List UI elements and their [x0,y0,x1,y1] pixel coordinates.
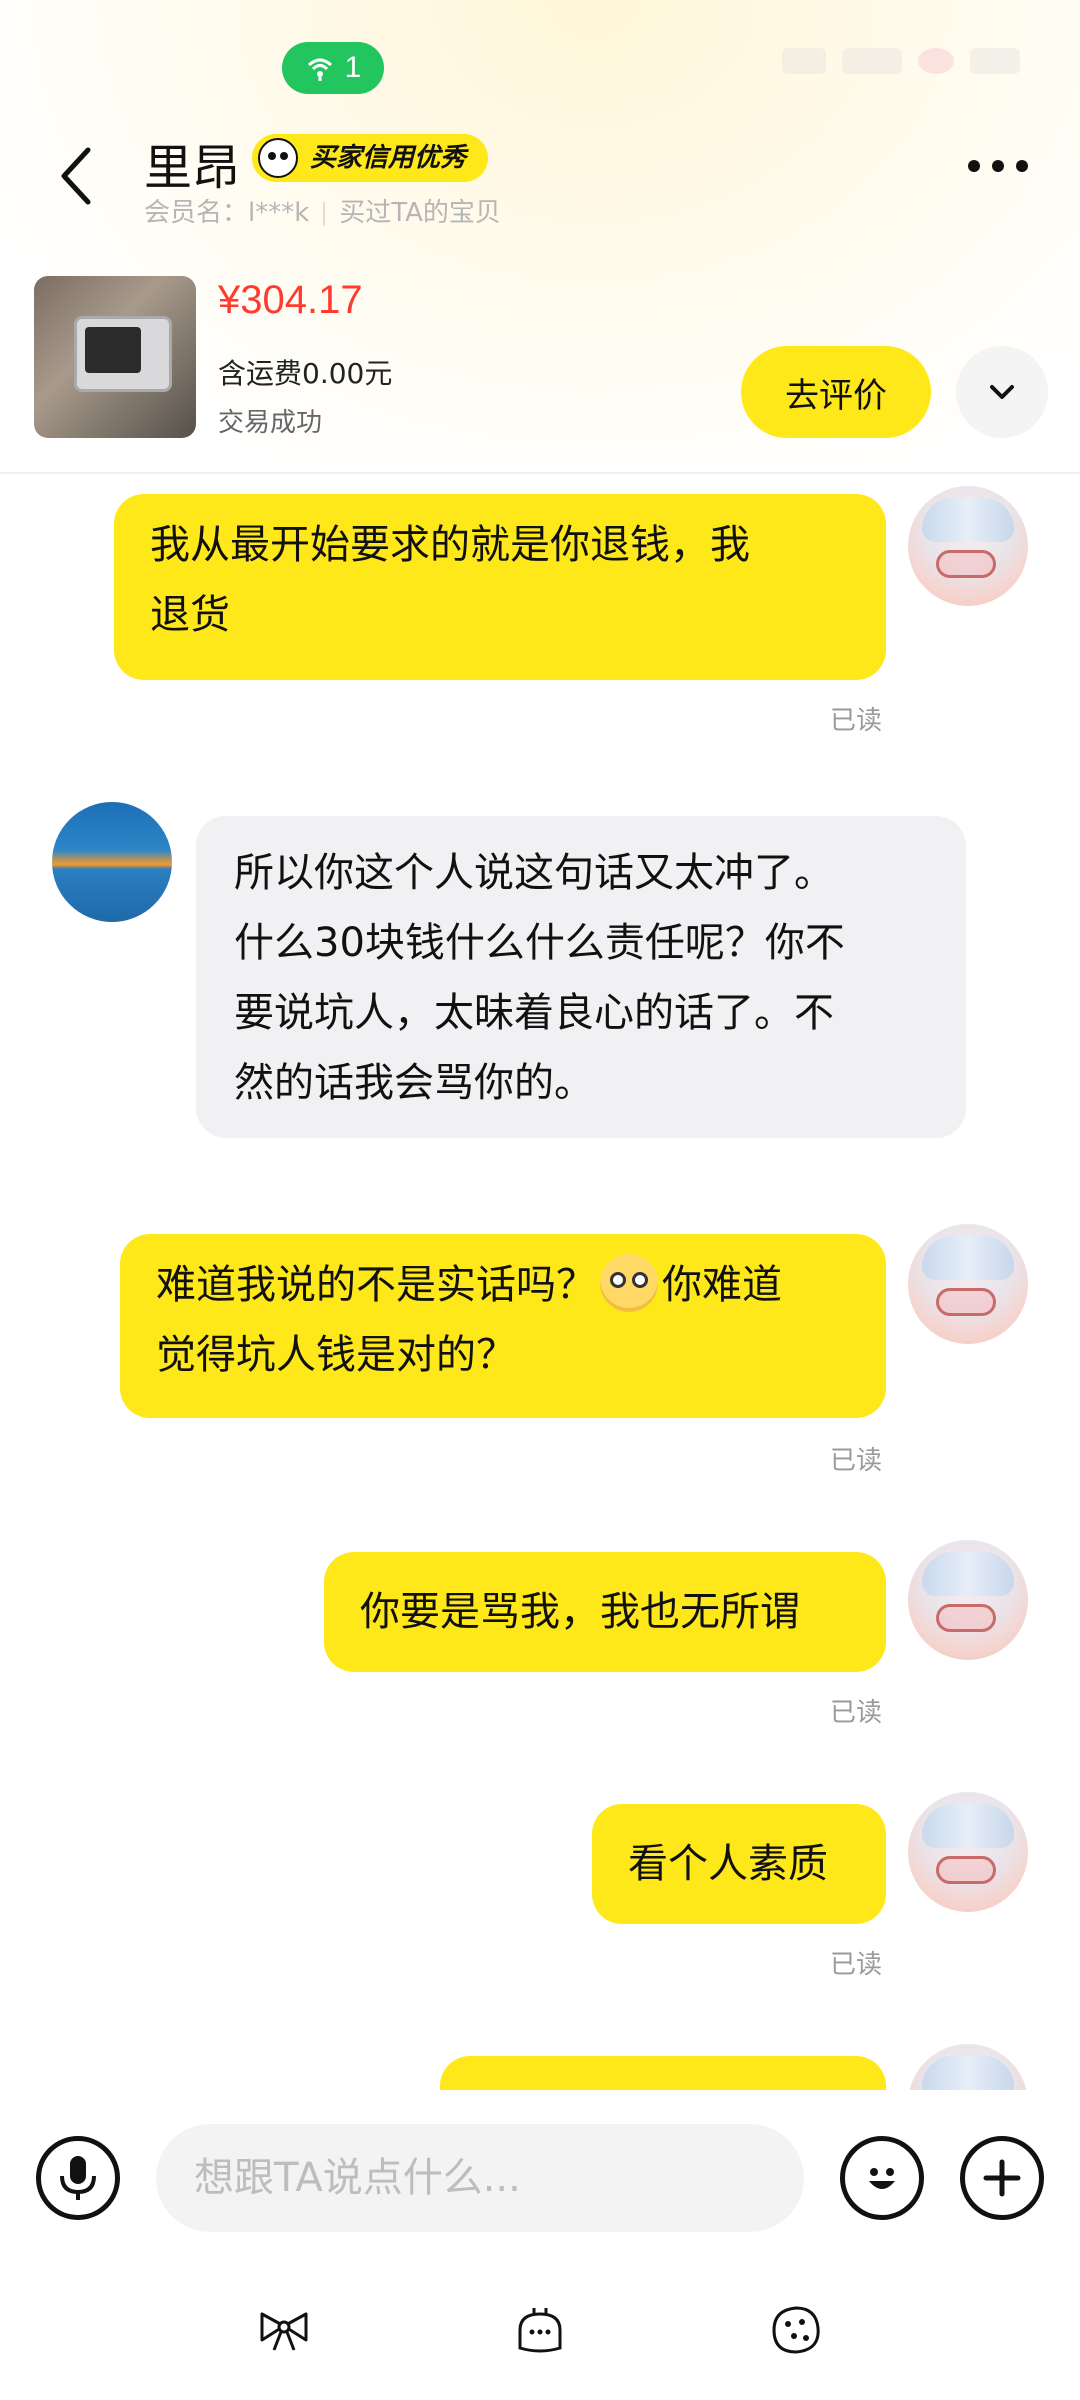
bought-items-link[interactable]: 买过TA的宝贝 [339,198,501,228]
cookie-tool-button[interactable] [766,2300,826,2360]
message-bubble-sent[interactable]: 难道我说的不是实话吗？ 你难道 觉得坑人钱是对的？ [120,1234,886,1418]
message-bubble-received[interactable]: 所以你这个人说这句话又太冲了。 什么30块钱什么什么责任呢？你不 要说坑人，太昧… [196,816,966,1138]
message-text: 然的话我会骂你的。 [234,1060,594,1106]
bow-tool-button[interactable] [254,2300,314,2360]
order-status: 交易成功 [218,408,323,438]
cake-tool-button[interactable] [510,2300,570,2360]
my-avatar[interactable] [908,1540,1028,1660]
message-text: 你要是骂我，我也无所谓 [360,1589,800,1635]
smiley-icon [869,2168,895,2189]
my-avatar[interactable] [908,486,1028,606]
order-price: ¥304.17 [218,278,363,322]
member-divider [323,201,326,226]
emoji-button[interactable] [840,2136,924,2220]
order-shipping: 含运费0.00元 [218,357,393,390]
member-info: 会员名：l***k 买过TA的宝贝 [144,192,501,229]
expand-order-button[interactable] [956,346,1048,438]
review-button[interactable]: 去评价 [741,346,931,438]
message-text: 我从最开始要求的就是你退钱，我 [150,522,750,568]
read-receipt: 已读 [830,706,883,736]
message-bubble-sent[interactable]: 你要是骂我，我也无所谓 [324,1552,886,1672]
system-status-icons [782,48,1020,74]
message-text: 什么30块钱什么什么责任呢？你不 [234,920,845,966]
message-bubble-sent[interactable]: 看个人素质 [592,1804,886,1924]
hotspot-icon [307,58,332,81]
member-name: 会员名：l***k [144,198,310,228]
hotspot-indicator: 1 [282,42,384,94]
message-input[interactable] [156,2124,804,2232]
more-actions-button[interactable] [960,2136,1044,2220]
contact-name: 里昂 [144,140,241,196]
header-divider [0,472,1080,474]
plus-icon [983,2159,1021,2197]
message-text: 觉得坑人钱是对的？ [156,1332,516,1378]
read-receipt: 已读 [830,1698,883,1728]
back-button[interactable] [50,140,110,210]
cookie-icon [772,2306,820,2354]
dazed-face-emoji-icon [600,1254,658,1312]
read-receipt: 已读 [830,1446,883,1476]
message-text: 要说坑人，太昧着良心的话了。不 [234,990,834,1036]
contact-avatar[interactable] [52,802,172,922]
cake-icon [518,2308,562,2353]
microphone-icon [60,2156,96,2200]
message-text: 你难道 [662,1262,782,1308]
message-text: 难道我说的不是实话吗？ [156,1262,596,1308]
more-icon [968,160,980,172]
read-receipt: 已读 [830,1950,883,1980]
my-avatar[interactable] [908,1792,1028,1912]
credit-badge[interactable]: 买家信用优秀 [252,134,489,182]
more-button[interactable] [968,160,1028,172]
badge-face-icon [258,138,298,178]
message-bubble-sent[interactable]: 我从最开始要求的就是你退钱，我 退货 [114,494,886,680]
message-text: 看个人素质 [628,1841,828,1887]
message-text: 退货 [150,592,230,638]
my-avatar[interactable] [908,1224,1028,1344]
hotspot-count: 1 [344,51,362,84]
credit-badge-label: 买家信用优秀 [310,143,467,173]
voice-button[interactable] [36,2136,120,2220]
back-icon [61,147,91,205]
product-thumbnail[interactable] [34,276,196,438]
bow-icon [260,2312,308,2351]
chevron-down-icon [990,385,1014,399]
message-text: 所以你这个人说这句话又太冲了。 [234,850,834,896]
